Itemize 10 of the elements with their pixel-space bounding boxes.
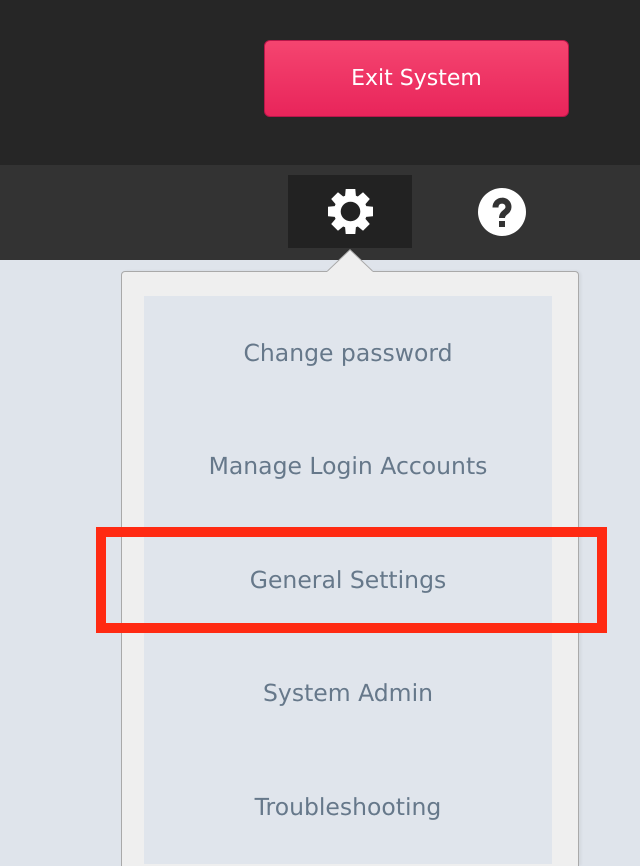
help-button[interactable] — [478, 188, 526, 236]
exit-system-button[interactable]: Exit System — [264, 40, 569, 117]
menu-item[interactable]: Manage Login Accounts — [208, 452, 488, 480]
settings-button[interactable] — [288, 175, 412, 248]
menu-item[interactable]: System Admin — [263, 679, 433, 708]
menu-item[interactable]: Troubleshooting — [254, 792, 442, 821]
gear-icon — [326, 188, 374, 235]
help-icon — [478, 188, 526, 236]
menu-item[interactable]: Change password — [243, 338, 452, 367]
menu-item[interactable]: General Settings — [250, 566, 446, 594]
